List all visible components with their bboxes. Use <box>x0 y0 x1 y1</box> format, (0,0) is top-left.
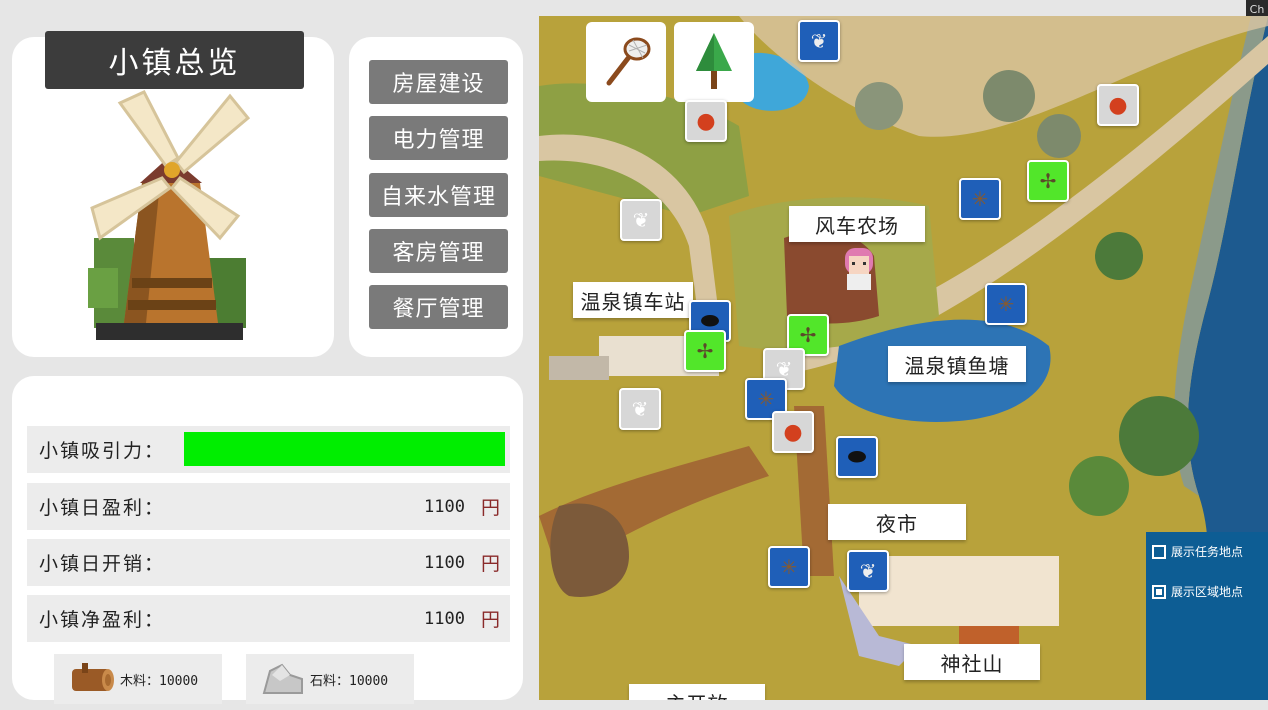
map-legend-panel: 展示任务地点 展示区域地点 <box>1146 532 1268 700</box>
stat-label: 小镇净盈利： <box>39 609 166 631</box>
insect-marker-ladybug[interactable]: ● <box>772 411 814 453</box>
moth-icon: ❦ <box>859 559 877 583</box>
stat-unit: 円 <box>480 609 500 631</box>
guestroom-management-button[interactable]: 客房管理 <box>369 229 508 273</box>
water-management-button[interactable]: 自来水管理 <box>369 173 508 217</box>
location-night-market[interactable]: 夜市 <box>828 504 966 540</box>
wood-amount: 木料：10000 <box>120 673 199 689</box>
attraction-label: 小镇吸引力： <box>39 440 166 462</box>
ladybug-icon: ● <box>1108 92 1128 118</box>
ladybug-icon: ● <box>696 108 716 134</box>
stat-row-daily-profit: 小镇日盈利： 1100 円 <box>27 483 510 530</box>
power-management-button[interactable]: 电力管理 <box>369 116 508 160</box>
panel-title: 小镇总览 <box>45 31 304 89</box>
location-main-plaza[interactable]: 主开放 <box>629 684 765 700</box>
stat-label: 小镇日盈利： <box>39 497 166 519</box>
stat-row-daily-expense: 小镇日开销： 1100 円 <box>27 539 510 586</box>
attraction-bar-fill <box>184 432 505 466</box>
cricket-icon: ✳ <box>780 555 798 579</box>
restaurant-management-button[interactable]: 餐厅管理 <box>369 285 508 329</box>
wood-log-icon <box>72 663 114 691</box>
ladybug-icon: ● <box>783 419 803 445</box>
tree-tool[interactable] <box>674 22 754 102</box>
checkbox-icon[interactable] <box>1152 544 1166 559</box>
dragonfly-icon: ✢ <box>1039 169 1057 193</box>
insect-marker-moth[interactable]: ❦ <box>798 20 840 62</box>
insect-marker-ladybug[interactable]: ● <box>685 100 727 142</box>
insect-marker-cricket[interactable]: ✳ <box>768 546 810 588</box>
cricket-icon: ✳ <box>757 387 775 411</box>
insect-marker-moth[interactable]: ❦ <box>619 388 661 430</box>
location-hotspring-station[interactable]: 温泉镇车站 <box>573 282 693 318</box>
location-shrine-mountain[interactable]: 神社山 <box>904 644 1040 680</box>
stone-resource: 石料：10000 <box>246 654 414 704</box>
checkbox-icon[interactable] <box>1152 584 1166 599</box>
location-fishing-pond[interactable]: 温泉镇鱼塘 <box>888 346 1026 382</box>
insect-marker-dragonfly[interactable]: ✢ <box>684 330 726 372</box>
insect-marker-beetle[interactable]: ⬬ <box>836 436 878 478</box>
cricket-icon: ✳ <box>971 187 989 211</box>
stat-value: 1100 <box>424 552 465 573</box>
legend-label: 展示任务地点 <box>1171 545 1244 559</box>
insect-marker-moth[interactable]: ❦ <box>620 199 662 241</box>
stone-amount: 石料：10000 <box>310 673 389 689</box>
moth-icon: ❦ <box>810 29 828 53</box>
stats-card <box>12 376 523 700</box>
stat-value: 1100 <box>424 608 465 629</box>
tree-icon <box>696 33 732 89</box>
bug-net-icon <box>606 37 651 86</box>
moth-icon: ❦ <box>632 208 650 232</box>
stat-unit: 円 <box>480 497 500 519</box>
stone-icon <box>262 663 303 694</box>
player-avatar <box>845 248 873 290</box>
wood-resource: 木料：10000 <box>54 654 222 704</box>
building-button[interactable]: 房屋建设 <box>369 60 508 104</box>
beetle-icon: ⬬ <box>847 444 867 470</box>
dragonfly-icon: ✢ <box>799 323 817 347</box>
windmill-illustration <box>88 90 251 340</box>
legend-label: 展示区域地点 <box>1171 585 1244 599</box>
stat-unit: 円 <box>480 553 500 575</box>
insect-marker-cricket[interactable]: ✳ <box>985 283 1027 325</box>
bug-net-tool[interactable] <box>586 22 666 102</box>
cricket-icon: ✳ <box>997 292 1015 316</box>
show-area-locations-toggle[interactable]: 展示区域地点 <box>1152 583 1243 600</box>
insect-marker-moth[interactable]: ❦ <box>847 550 889 592</box>
show-task-locations-toggle[interactable]: 展示任务地点 <box>1152 543 1243 560</box>
location-windmill-farm[interactable]: 风车农场 <box>789 206 925 242</box>
insect-marker-ladybug[interactable]: ● <box>1097 84 1139 126</box>
dragonfly-icon: ✢ <box>696 339 714 363</box>
insect-marker-dragonfly[interactable]: ✢ <box>1027 160 1069 202</box>
moth-icon: ❦ <box>631 397 649 421</box>
stat-label: 小镇日开销： <box>39 553 166 575</box>
attraction-row: 小镇吸引力： <box>27 426 510 473</box>
stat-row-net-profit: 小镇净盈利： 1100 円 <box>27 595 510 642</box>
attraction-bar <box>184 432 505 466</box>
insect-marker-cricket[interactable]: ✳ <box>959 178 1001 220</box>
stat-value: 1100 <box>424 496 465 517</box>
